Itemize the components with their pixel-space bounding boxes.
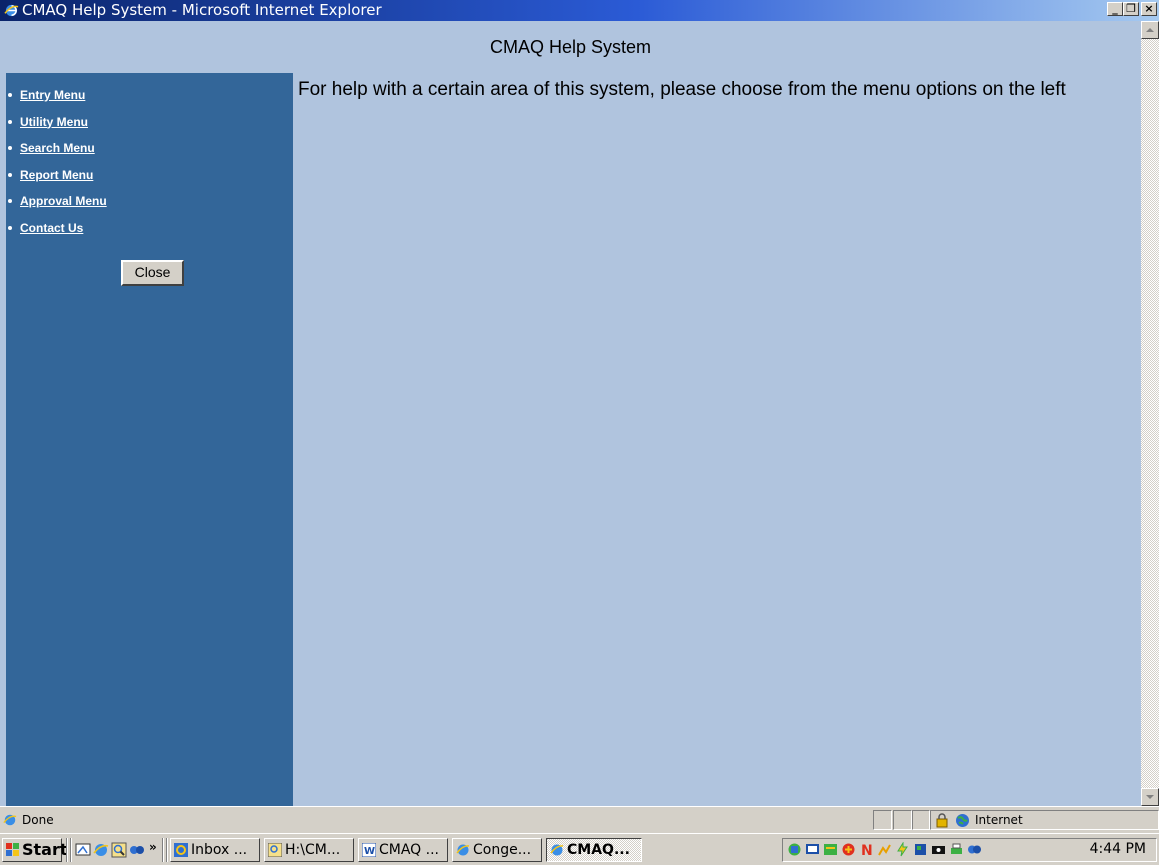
sidebar-item-approval-menu: Approval Menu <box>6 188 293 215</box>
window-title-bar[interactable]: CMAQ Help System - Microsoft Internet Ex… <box>0 0 1159 21</box>
status-pane <box>912 810 930 830</box>
clock: 4:44 PM <box>1089 841 1146 857</box>
utility-menu-link[interactable]: Utility Menu <box>20 115 88 129</box>
tray-device-icon[interactable] <box>931 842 946 857</box>
contact-us-link[interactable]: Contact Us <box>20 221 83 235</box>
start-button[interactable]: Start <box>2 838 68 862</box>
taskbar-separator <box>166 838 168 862</box>
window-controls: _ ❐ × <box>1107 2 1157 16</box>
search-icon[interactable] <box>111 842 127 858</box>
norton-icon[interactable]: N <box>859 842 874 857</box>
system-tray: N 4:44 PM <box>782 838 1157 862</box>
start-label: Start <box>22 840 68 859</box>
windows-logo-icon <box>6 843 19 856</box>
task-button-cmaq-active[interactable]: CMAQ... <box>546 838 642 862</box>
internet-explorer-icon <box>4 4 19 17</box>
show-desktop-icon[interactable] <box>75 842 91 858</box>
task-label: CMAQ ... <box>379 842 440 858</box>
internet-explorer-icon[interactable] <box>93 842 109 858</box>
tray-app-icon[interactable] <box>823 842 838 857</box>
bullet-icon <box>8 225 12 230</box>
sidebar-item-search-menu: Search Menu <box>6 135 293 162</box>
tray-square-icon[interactable] <box>913 842 928 857</box>
approval-menu-link[interactable]: Approval Menu <box>20 194 107 208</box>
window-title: CMAQ Help System - Microsoft Internet Ex… <box>22 1 382 19</box>
search-menu-link[interactable]: Search Menu <box>20 141 95 155</box>
status-text: Done <box>22 813 54 827</box>
task-label: Conge... <box>473 842 532 858</box>
close-button[interactable]: Close <box>121 260 184 286</box>
report-menu-link[interactable]: Report Menu <box>20 168 93 182</box>
minimize-button[interactable]: _ <box>1107 2 1123 16</box>
sidebar-menu: Entry Menu Utility Menu Search Menu Repo… <box>6 73 293 806</box>
word-icon: W <box>362 843 376 857</box>
page-done-icon <box>3 814 17 826</box>
ie-icon <box>550 844 564 856</box>
scroll-up-button[interactable] <box>1141 21 1159 39</box>
lock-icon <box>936 813 948 828</box>
taskbar-separator <box>70 838 72 862</box>
tray-printer-icon[interactable] <box>949 842 964 857</box>
status-bar: Done Internet <box>0 806 1159 833</box>
taskbar-separator <box>162 838 164 862</box>
task-button-explorer[interactable]: H:\CM... <box>264 838 354 862</box>
quick-launch-more-button[interactable]: » <box>149 840 157 854</box>
arrow-down-icon <box>1146 795 1154 799</box>
page-title: CMAQ Help System <box>489 37 652 57</box>
browser-content-area: CMAQ Help System Entry Menu Utility Menu… <box>0 21 1141 806</box>
tray-chart-icon[interactable] <box>877 842 892 857</box>
tray-power-icon[interactable] <box>895 842 910 857</box>
explorer-icon <box>268 843 282 857</box>
menu-list: Entry Menu Utility Menu Search Menu Repo… <box>6 73 293 241</box>
status-pane <box>873 810 892 830</box>
entry-menu-link[interactable]: Entry Menu <box>20 88 85 102</box>
security-zone-label: Internet <box>975 813 1023 827</box>
task-button-word[interactable]: W CMAQ ... <box>358 838 448 862</box>
scroll-down-button[interactable] <box>1141 788 1159 806</box>
close-window-button[interactable]: × <box>1141 2 1157 16</box>
display-icon[interactable] <box>805 842 820 857</box>
task-button-inbox[interactable]: Inbox ... <box>170 838 260 862</box>
task-label: Inbox ... <box>191 842 248 858</box>
vertical-scrollbar[interactable] <box>1141 21 1159 806</box>
messenger-icon[interactable] <box>129 842 145 858</box>
bullet-icon <box>8 146 12 150</box>
sidebar-item-contact-us: Contact Us <box>6 215 293 242</box>
bullet-icon <box>8 172 12 177</box>
antivirus-icon[interactable] <box>841 842 856 857</box>
ie-icon <box>456 844 470 856</box>
arrow-up-icon <box>1146 28 1154 32</box>
tray-messenger-icon[interactable] <box>967 842 982 857</box>
outlook-icon <box>174 843 188 857</box>
status-pane <box>893 810 912 830</box>
task-button-congestion[interactable]: Conge... <box>452 838 542 862</box>
bullet-icon <box>8 199 12 203</box>
taskbar: Start » Inbox ... H:\CM... W CMAQ ... Co… <box>0 833 1159 865</box>
task-label: CMAQ... <box>567 842 630 858</box>
help-intro-text: For help with a certain area of this sys… <box>298 79 1066 100</box>
security-zone-pane: Internet <box>930 810 1159 830</box>
bullet-icon <box>8 93 12 97</box>
sidebar-item-entry-menu: Entry Menu <box>6 82 293 109</box>
svg-text:N: N <box>861 843 873 857</box>
task-label: H:\CM... <box>285 842 341 858</box>
bullet-icon <box>8 119 12 124</box>
sidebar-item-report-menu: Report Menu <box>6 162 293 189</box>
globe-icon <box>956 814 969 827</box>
svg-text:W: W <box>364 846 375 857</box>
maximize-button[interactable]: ❐ <box>1123 2 1139 16</box>
sidebar-item-utility-menu: Utility Menu <box>6 109 293 136</box>
network-icon[interactable] <box>787 842 802 857</box>
taskbar-separator <box>66 838 68 862</box>
